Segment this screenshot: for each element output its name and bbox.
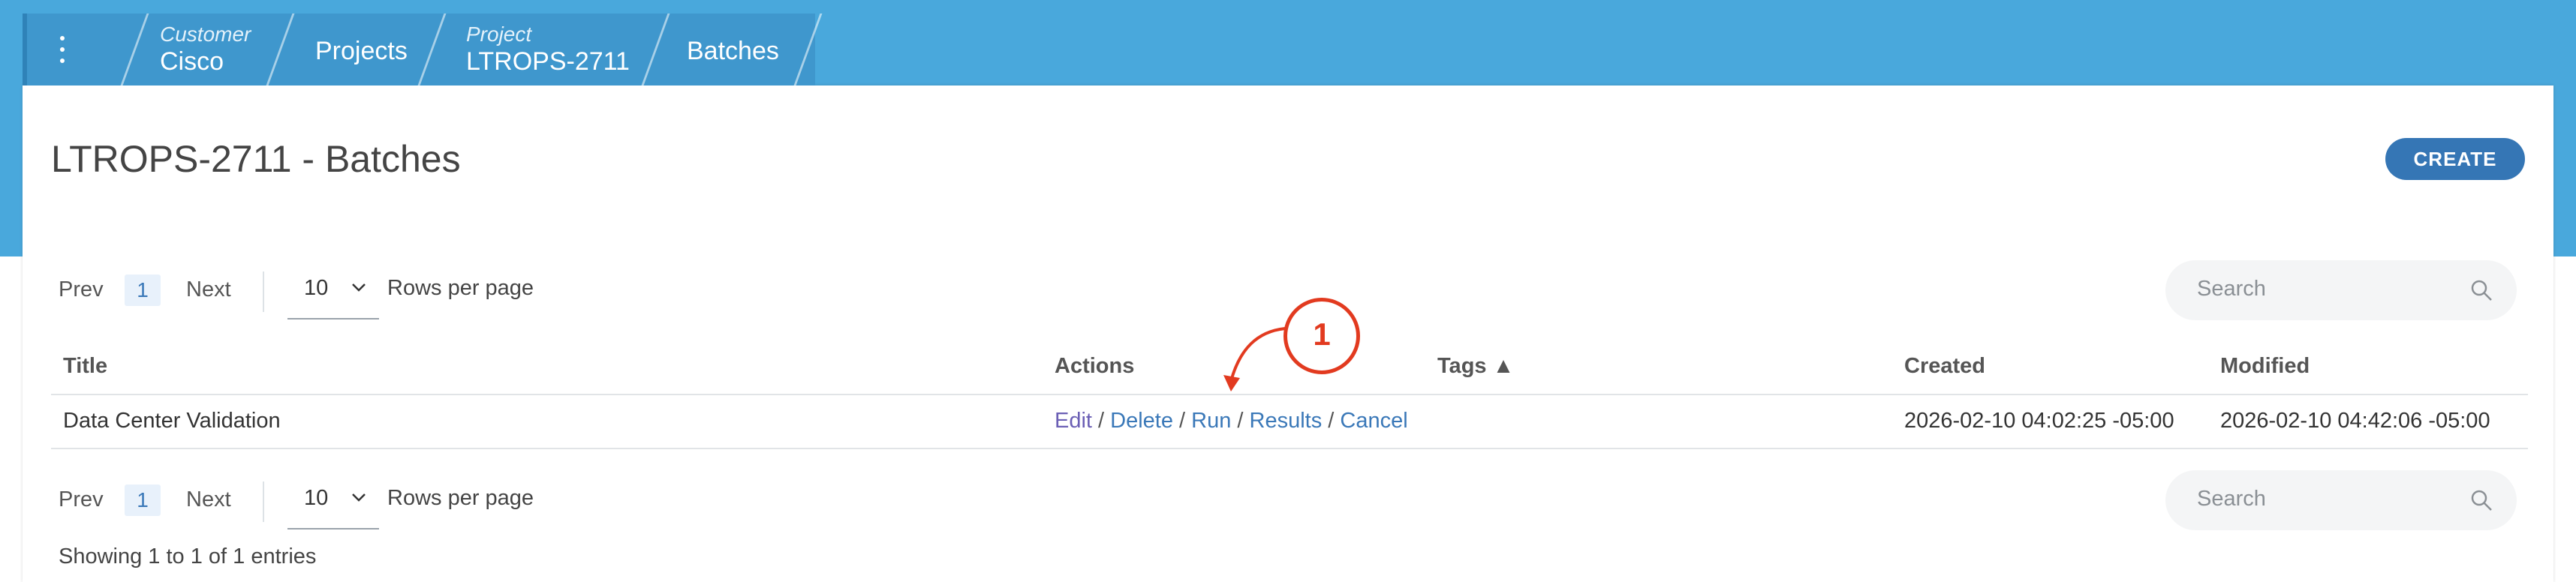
results-link[interactable]: Results xyxy=(1250,409,1323,433)
breadcrumb-value: Projects xyxy=(315,37,408,65)
breadcrumb-value: LTROPS-2711 xyxy=(466,47,630,76)
prev-button[interactable]: Prev xyxy=(59,278,104,302)
page-number[interactable]: 1 xyxy=(125,274,161,306)
column-header-title[interactable]: Title xyxy=(63,354,107,379)
separator: / xyxy=(1172,409,1192,433)
create-button[interactable]: CREATE xyxy=(2385,138,2525,180)
breadcrumb-label: Project xyxy=(466,22,532,46)
breadcrumb-value: Cisco xyxy=(160,47,224,76)
prev-button[interactable]: Prev xyxy=(59,488,104,512)
search-input-top[interactable]: Search xyxy=(2165,260,2517,320)
column-header-actions: Actions xyxy=(1055,354,1135,378)
page-title: LTROPS-2711 - Batches xyxy=(51,138,461,180)
rows-per-page-value: 10 xyxy=(304,486,329,510)
divider xyxy=(263,482,264,522)
rows-per-page-label: Rows per page xyxy=(387,486,534,510)
rows-per-page-value: 10 xyxy=(304,276,329,300)
run-link[interactable]: Run xyxy=(1191,409,1231,433)
next-button[interactable]: Next xyxy=(186,278,231,302)
right-gutter xyxy=(2553,86,2576,256)
row-divider xyxy=(51,448,2528,449)
search-input-bottom[interactable]: Search xyxy=(2165,470,2517,530)
annotation-callout: 1 xyxy=(1283,298,1360,374)
separator: / xyxy=(1322,409,1341,433)
rows-per-page-label: Rows per page xyxy=(387,276,534,300)
vertical-dots-icon xyxy=(60,36,65,40)
row-created: 2026-02-10 04:02:25 -05:00 xyxy=(1904,409,2174,433)
rows-per-page-select[interactable]: 10 xyxy=(287,260,379,320)
search-placeholder: Search xyxy=(2197,277,2266,301)
column-header-created[interactable]: Created xyxy=(1904,354,1985,379)
breadcrumb-value: Batches xyxy=(687,37,779,65)
breadcrumb: Customer Cisco Projects Project LTROPS-2… xyxy=(0,0,901,86)
chevron-down-icon xyxy=(351,279,367,299)
menu-button[interactable] xyxy=(23,14,95,86)
breadcrumb-label: Customer xyxy=(160,22,251,46)
row-title: Data Center Validation xyxy=(63,409,281,433)
column-header-tags[interactable]: Tags ▲ xyxy=(1437,354,1514,379)
chevron-down-icon xyxy=(351,489,367,509)
edit-link[interactable]: Edit xyxy=(1055,409,1092,433)
delete-link[interactable]: Delete xyxy=(1110,409,1173,433)
entries-summary: Showing 1 to 1 of 1 entries xyxy=(59,544,317,568)
left-gutter xyxy=(0,86,23,256)
row-modified: 2026-02-10 04:42:06 -05:00 xyxy=(2220,409,2490,433)
separator: / xyxy=(1091,409,1111,433)
search-placeholder: Search xyxy=(2197,487,2266,511)
search-icon[interactable] xyxy=(2469,278,2493,306)
column-header-modified[interactable]: Modified xyxy=(2220,354,2310,379)
row-actions: Edit / Delete / Run / Results / Cancel xyxy=(1055,409,1408,434)
search-icon[interactable] xyxy=(2469,488,2493,516)
annotation-number: 1 xyxy=(1313,316,1331,352)
rows-per-page-select[interactable]: 10 xyxy=(287,470,379,530)
page-number[interactable]: 1 xyxy=(125,484,161,516)
divider xyxy=(263,272,264,312)
next-button[interactable]: Next xyxy=(186,488,231,512)
separator: / xyxy=(1231,409,1250,433)
cancel-link[interactable]: Cancel xyxy=(1340,409,1407,433)
